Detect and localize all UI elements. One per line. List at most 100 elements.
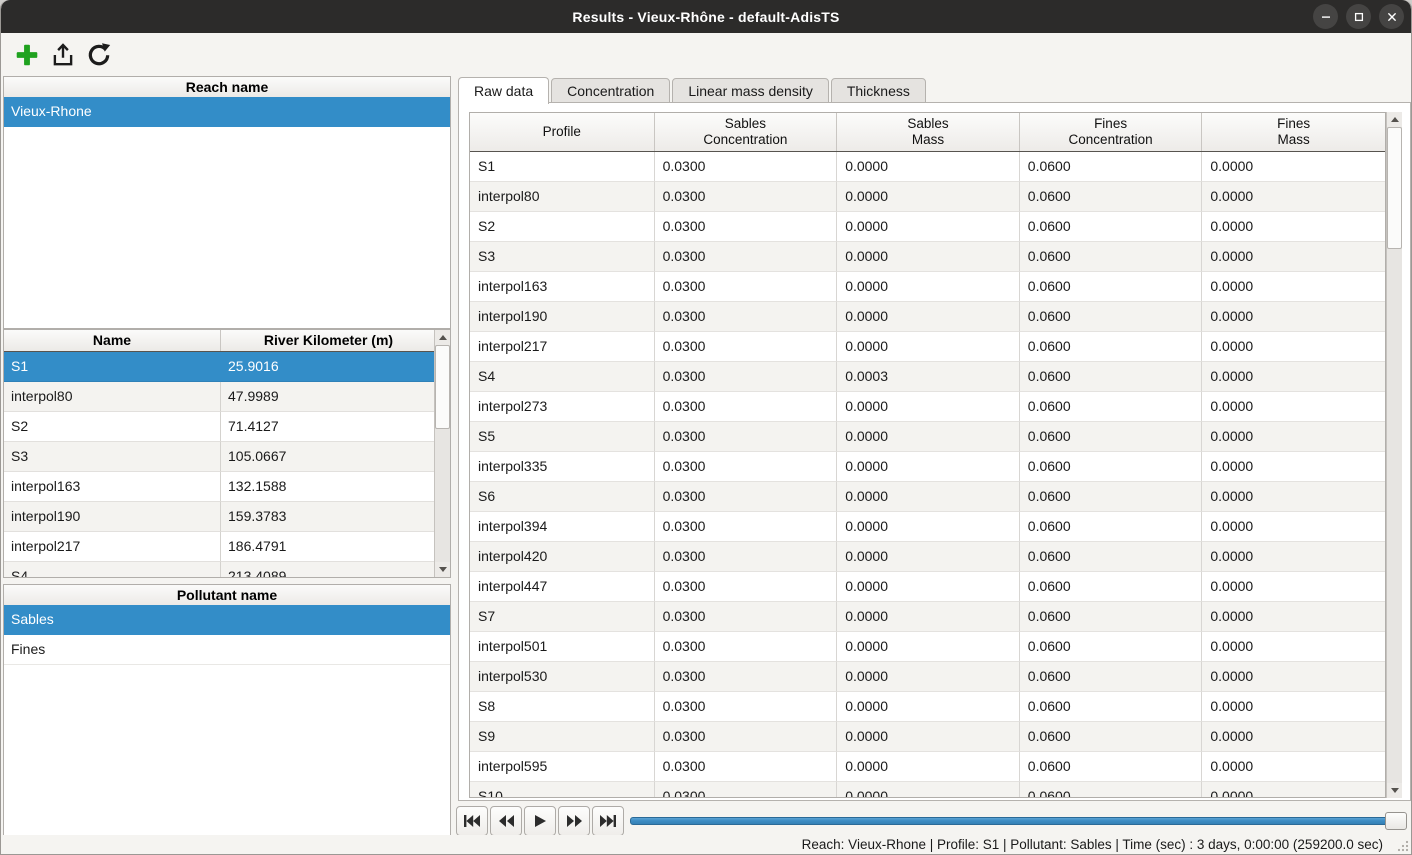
- scrollbar-thumb[interactable]: [435, 345, 450, 429]
- add-button[interactable]: [11, 39, 43, 71]
- tab-thickness[interactable]: Thickness: [831, 78, 926, 103]
- scroll-down-button[interactable]: [1387, 783, 1402, 798]
- scrollbar-thumb[interactable]: [1387, 127, 1402, 249]
- table-row[interactable]: S70.03000.00000.06000.0000: [470, 602, 1385, 632]
- minimize-icon: [1318, 9, 1334, 25]
- table-row[interactable]: S100.03000.00000.06000.0000: [470, 782, 1385, 798]
- table-row[interactable]: S50.03000.00000.06000.0000: [470, 422, 1385, 452]
- close-button[interactable]: [1379, 4, 1404, 29]
- table-row[interactable]: interpol1900.03000.00000.06000.0000: [470, 302, 1385, 332]
- value-cell: 0.0000: [837, 542, 1020, 572]
- scroll-up-button[interactable]: [1387, 112, 1402, 127]
- table-row[interactable]: S3105.0667: [4, 442, 436, 472]
- play-button[interactable]: [524, 806, 556, 836]
- table-row[interactable]: interpol4200.03000.00000.06000.0000: [470, 542, 1385, 572]
- scroll-down-button[interactable]: [435, 562, 450, 577]
- table-row[interactable]: interpol3350.03000.00000.06000.0000: [470, 452, 1385, 482]
- skip-to-end-button[interactable]: [592, 806, 624, 836]
- table-row[interactable]: interpol217186.4791: [4, 532, 436, 562]
- playback-controls: [456, 806, 1407, 836]
- reach-list-item[interactable]: Vieux-Rhone: [4, 97, 450, 127]
- profile-cell: interpol420: [470, 542, 655, 572]
- arrow-down-icon: [1391, 788, 1399, 793]
- value-cell: 0.0300: [655, 722, 838, 752]
- value-cell: 0.0600: [1020, 212, 1203, 242]
- table-row[interactable]: interpol163132.1588: [4, 472, 436, 502]
- export-button[interactable]: [47, 39, 79, 71]
- table-row[interactable]: interpol8047.9989: [4, 382, 436, 412]
- tab-concentration[interactable]: Concentration: [551, 78, 670, 103]
- data-table[interactable]: ProfileSablesConcentrationSablesMassFine…: [469, 112, 1386, 798]
- value-cell: 0.0000: [837, 752, 1020, 782]
- step-forward-button[interactable]: [558, 806, 590, 836]
- table-row[interactable]: S10.03000.00000.06000.0000: [470, 152, 1385, 182]
- value-cell: 0.0300: [655, 272, 838, 302]
- value-cell: 0.0600: [1020, 272, 1203, 302]
- reload-button[interactable]: [83, 39, 115, 71]
- maximize-icon: [1351, 9, 1367, 25]
- profile-table-scrollbar[interactable]: [434, 330, 450, 577]
- time-slider-handle[interactable]: [1385, 812, 1407, 830]
- profile-table-body[interactable]: S125.9016interpol8047.9989S271.4127S3105…: [4, 352, 436, 578]
- table-row[interactable]: interpol2170.03000.00000.06000.0000: [470, 332, 1385, 362]
- table-row[interactable]: S40.03000.00030.06000.0000: [470, 362, 1385, 392]
- table-row[interactable]: S125.9016: [4, 352, 436, 382]
- value-cell: 0.0300: [655, 752, 838, 782]
- table-row[interactable]: S30.03000.00000.06000.0000: [470, 242, 1385, 272]
- profile-cell: interpol273: [470, 392, 655, 422]
- profile-table-header: NameRiver Kilometer (m): [4, 330, 436, 352]
- tab-linear-mass-density[interactable]: Linear mass density: [672, 78, 829, 103]
- reach-list[interactable]: Vieux-Rhone: [3, 97, 451, 329]
- value-cell: 0.0000: [1202, 392, 1385, 422]
- skip-to-start-button[interactable]: [456, 806, 488, 836]
- profile-cell: S5: [470, 422, 655, 452]
- value-cell: 0.0600: [1020, 572, 1203, 602]
- maximize-button[interactable]: [1346, 4, 1371, 29]
- value-cell: 0.0000: [1202, 332, 1385, 362]
- tab-bar: Raw dataConcentrationLinear mass density…: [458, 77, 926, 103]
- table-row[interactable]: S80.03000.00000.06000.0000: [470, 692, 1385, 722]
- value-cell: 0.0300: [655, 212, 838, 242]
- table-row[interactable]: S60.03000.00000.06000.0000: [470, 482, 1385, 512]
- table-row[interactable]: interpol5950.03000.00000.06000.0000: [470, 752, 1385, 782]
- table-row[interactable]: S4213.4089: [4, 562, 436, 578]
- data-table-scrollbar[interactable]: [1386, 112, 1402, 798]
- time-slider-track[interactable]: [630, 817, 1405, 825]
- table-row[interactable]: interpol1630.03000.00000.06000.0000: [470, 272, 1385, 302]
- value-cell: 0.0000: [837, 662, 1020, 692]
- scrollbar-track[interactable]: [1387, 127, 1402, 783]
- value-cell: 0.0300: [655, 392, 838, 422]
- pollutant-list-item[interactable]: Fines: [4, 635, 450, 665]
- data-table-body[interactable]: S10.03000.00000.06000.0000interpol800.03…: [470, 152, 1385, 798]
- profile-name-cell: interpol80: [4, 382, 221, 412]
- minimize-button[interactable]: [1313, 4, 1338, 29]
- table-row[interactable]: S271.4127: [4, 412, 436, 442]
- table-row[interactable]: S90.03000.00000.06000.0000: [470, 722, 1385, 752]
- table-row[interactable]: interpol5300.03000.00000.06000.0000: [470, 662, 1385, 692]
- table-row[interactable]: interpol800.03000.00000.06000.0000: [470, 182, 1385, 212]
- time-slider[interactable]: [630, 806, 1407, 836]
- plus-icon: [14, 42, 40, 68]
- scroll-up-button[interactable]: [435, 330, 450, 345]
- table-row[interactable]: interpol2730.03000.00000.06000.0000: [470, 392, 1385, 422]
- pollutant-list-item[interactable]: Sables: [4, 605, 450, 635]
- table-row[interactable]: interpol3940.03000.00000.06000.0000: [470, 512, 1385, 542]
- pollutant-list[interactable]: SablesFines: [3, 605, 451, 838]
- profile-table[interactable]: NameRiver Kilometer (m) S125.9016interpo…: [3, 329, 451, 578]
- value-cell: 0.0000: [837, 572, 1020, 602]
- table-row[interactable]: interpol4470.03000.00000.06000.0000: [470, 572, 1385, 602]
- table-row[interactable]: interpol190159.3783: [4, 502, 436, 532]
- scrollbar-track[interactable]: [435, 345, 450, 562]
- value-cell: 0.0600: [1020, 482, 1203, 512]
- value-cell: 0.0000: [837, 332, 1020, 362]
- profile-cell: interpol80: [470, 182, 655, 212]
- value-cell: 0.0300: [655, 602, 838, 632]
- table-row[interactable]: interpol5010.03000.00000.06000.0000: [470, 632, 1385, 662]
- status-text: Reach: Vieux-Rhone | Profile: S1 | Pollu…: [802, 837, 1383, 852]
- tab-raw-data[interactable]: Raw data: [458, 77, 549, 104]
- table-row[interactable]: S20.03000.00000.06000.0000: [470, 212, 1385, 242]
- resize-grip[interactable]: [1397, 840, 1409, 852]
- value-cell: 0.0600: [1020, 152, 1203, 182]
- value-cell: 0.0600: [1020, 182, 1203, 212]
- step-back-button[interactable]: [490, 806, 522, 836]
